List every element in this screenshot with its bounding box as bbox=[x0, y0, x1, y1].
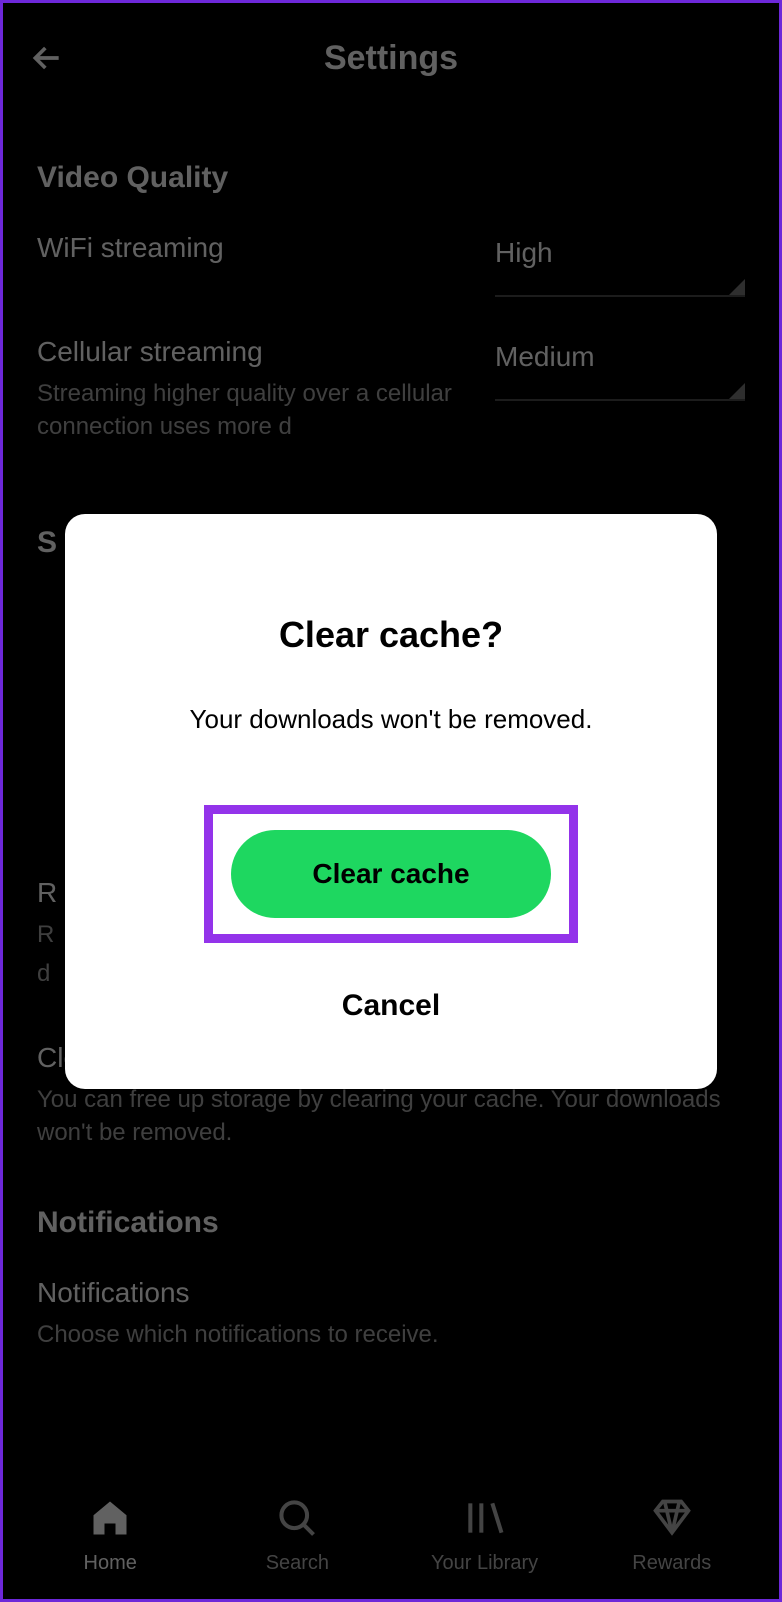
app-frame: Settings Video Quality WiFi streaming Hi… bbox=[0, 0, 782, 1602]
cancel-button[interactable]: Cancel bbox=[322, 979, 460, 1033]
clear-cache-confirm-button[interactable]: Clear cache bbox=[231, 830, 551, 918]
dialog-title: Clear cache? bbox=[105, 614, 677, 656]
dialog-overlay: Clear cache? Your downloads won't be rem… bbox=[3, 3, 779, 1599]
annotation-highlight: Clear cache bbox=[204, 805, 578, 943]
clear-cache-dialog: Clear cache? Your downloads won't be rem… bbox=[65, 514, 717, 1089]
dialog-message: Your downloads won't be removed. bbox=[105, 704, 677, 735]
